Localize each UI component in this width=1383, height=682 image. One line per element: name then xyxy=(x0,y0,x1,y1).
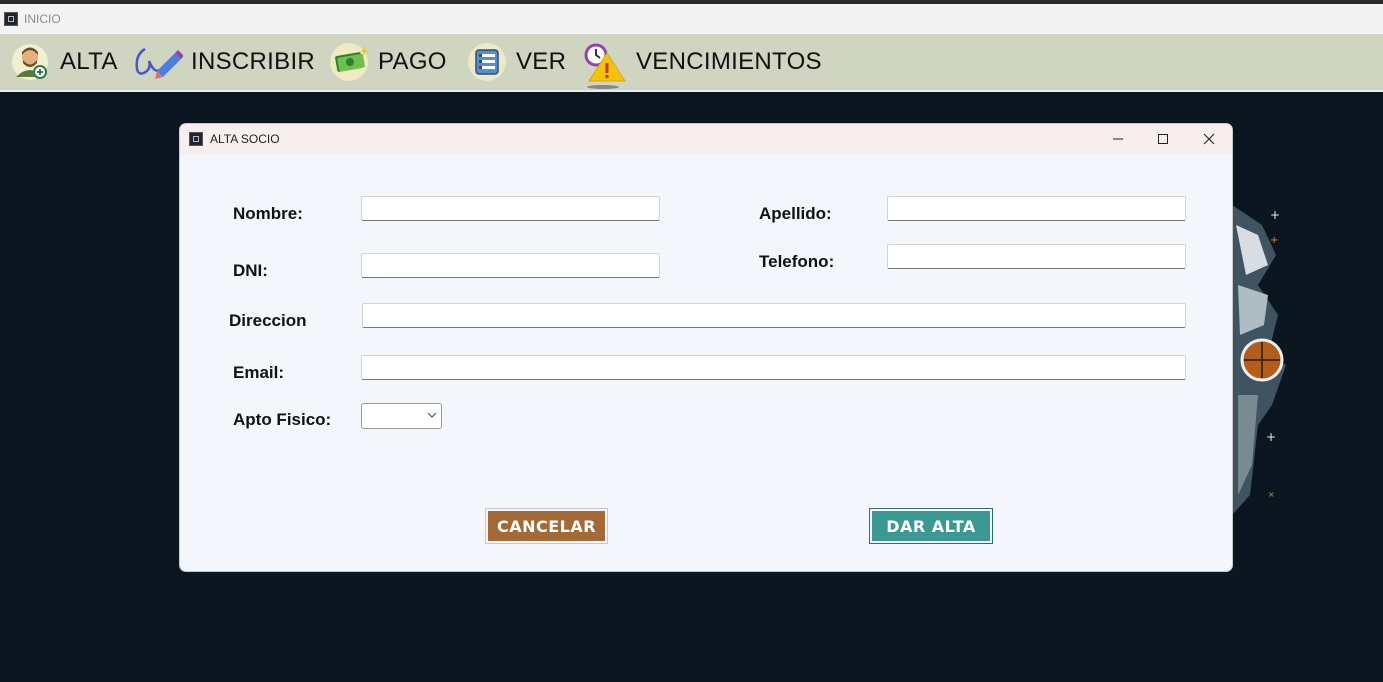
email-label: Email: xyxy=(233,363,285,382)
nombre-input[interactable] xyxy=(361,196,660,221)
cancel-button[interactable]: CANCELAR xyxy=(486,509,607,543)
dialog-title: ALTA SOCIO xyxy=(210,132,280,146)
close-icon xyxy=(1203,133,1215,145)
svg-text:×: × xyxy=(1268,490,1275,499)
apellido-input[interactable] xyxy=(887,196,1186,221)
chevron-down-icon xyxy=(427,412,437,418)
menu-label-inscribir: INSCRIBIR xyxy=(191,48,316,75)
svg-text:+: + xyxy=(1270,235,1278,246)
pen-signature-icon xyxy=(133,41,184,83)
menu-label-vencimientos: VENCIMIENTOS xyxy=(636,48,822,75)
svg-text:+: + xyxy=(1270,208,1280,222)
direccion-input[interactable] xyxy=(362,303,1186,328)
direccion-label: Direccion xyxy=(229,311,307,330)
email-input[interactable] xyxy=(361,355,1186,380)
menu-bar: ALTA INSCRIBIR PAGO VER VENCIMIENTOS xyxy=(0,34,1383,92)
dni-input[interactable] xyxy=(361,253,660,278)
dialog-titlebar[interactable]: ALTA SOCIO xyxy=(180,124,1232,154)
list-icon xyxy=(466,41,508,83)
menu-item-ver[interactable]: VER xyxy=(466,34,566,90)
telefono-input[interactable] xyxy=(887,244,1186,269)
alta-socio-dialog: ALTA SOCIO Nombre: Apellido: DNI: Telefo… xyxy=(180,124,1232,571)
svg-text:+: + xyxy=(1266,430,1276,444)
menu-label-ver: VER xyxy=(516,48,567,75)
apto-fisico-label: Apto Fisico: xyxy=(233,410,332,429)
menu-label-alta: ALTA xyxy=(60,48,118,75)
menu-label-pago: PAGO xyxy=(378,48,447,75)
maximize-button[interactable] xyxy=(1140,124,1186,154)
dar-alta-button[interactable]: DAR ALTA xyxy=(870,509,992,543)
apellido-label: Apellido: xyxy=(759,204,832,223)
user-add-icon xyxy=(10,41,52,83)
dni-label: DNI: xyxy=(233,261,268,280)
money-icon xyxy=(328,41,370,83)
app-icon xyxy=(189,132,203,146)
warning-clock-icon xyxy=(583,41,628,89)
background-artwork: + + + × xyxy=(1228,195,1290,515)
telefono-label: Telefono: xyxy=(759,252,835,271)
menu-item-pago[interactable]: PAGO xyxy=(328,34,447,90)
main-titlebar: INICIO xyxy=(0,4,1383,34)
menu-item-inscribir[interactable]: INSCRIBIR xyxy=(133,34,315,90)
minimize-button[interactable] xyxy=(1095,124,1141,154)
menu-item-alta[interactable]: ALTA xyxy=(10,34,118,90)
main-window-title: INICIO xyxy=(24,12,61,26)
apto-fisico-select[interactable] xyxy=(361,403,442,429)
minimize-icon xyxy=(1113,138,1123,140)
maximize-icon xyxy=(1158,134,1168,144)
close-button[interactable] xyxy=(1186,124,1232,154)
menu-item-vencimientos[interactable]: VENCIMIENTOS xyxy=(583,34,822,90)
app-icon xyxy=(4,12,18,26)
nombre-label: Nombre: xyxy=(233,204,303,223)
